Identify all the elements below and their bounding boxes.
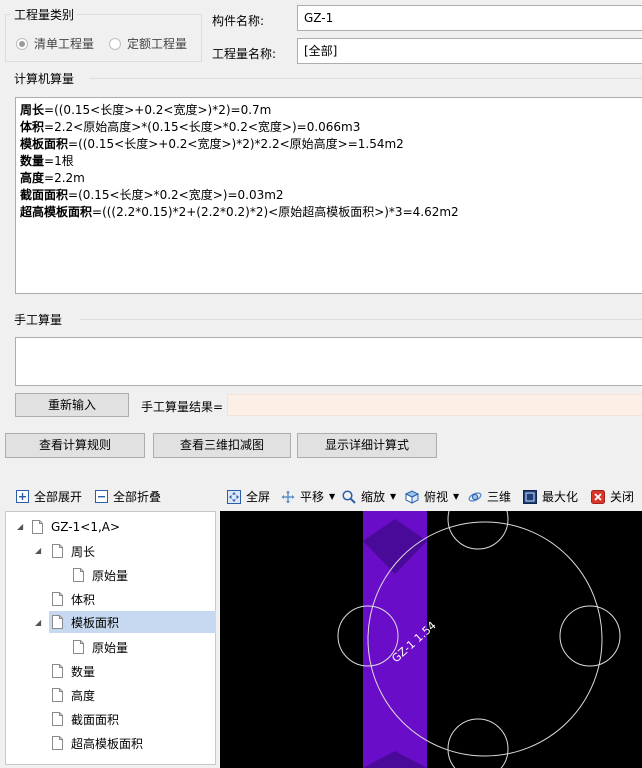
tree-item-root-label: GZ-1<1,A> <box>51 520 121 534</box>
pan-button[interactable]: 平移 ▼ <box>281 488 335 505</box>
top-view-label: 俯视 <box>424 490 449 504</box>
pan-icon <box>281 490 295 504</box>
collapse-all-button[interactable]: 全部折叠 <box>94 488 161 505</box>
chevron-down-icon[interactable]: ▼ <box>390 492 396 501</box>
expand-all-label: 全部展开 <box>34 490 83 504</box>
manual-calc-title: 手工算量 <box>11 311 66 328</box>
document-icon <box>32 520 43 534</box>
calc-line: 周长=((0.15<长度>+0.2<宽度>)*2)=0.7m <box>20 103 272 117</box>
radio-dot-icon <box>109 37 121 50</box>
calc-line: 模板面积=((0.15<长度>+0.2<宽度>)*2)*2.2<原始高度>=1.… <box>20 137 404 151</box>
zoom-button[interactable]: 缩放 ▼ <box>342 488 396 505</box>
collapse-triangle-icon[interactable]: ◢ <box>35 546 41 555</box>
document-icon <box>73 640 84 654</box>
tree-item-overheight-formwork[interactable]: 超高模板面积 <box>52 732 212 754</box>
magnifier-icon <box>342 489 356 504</box>
tree-item-label: 原始量 <box>92 640 129 655</box>
quantity-name-field[interactable]: [全部] <box>297 38 642 64</box>
collapse-all-label: 全部折叠 <box>113 490 162 504</box>
tree-item-formwork-raw[interactable]: 原始量 <box>73 636 213 658</box>
maximize-icon <box>523 489 537 504</box>
maximize-button[interactable]: 最大化 <box>523 488 578 505</box>
manual-result-field[interactable] <box>227 394 642 416</box>
viewport-canvas: GZ-1 1.54 <box>337 511 621 768</box>
view-3d-deduct-button[interactable]: 查看三维扣减图 <box>153 433 291 458</box>
computer-calc-title: 计算机算量 <box>11 70 78 87</box>
radio-quota-quantity[interactable]: 定额工程量 <box>109 35 187 52</box>
zoom-label: 缩放 <box>361 490 386 504</box>
computer-calc-textarea[interactable]: 周长=((0.15<长度>+0.2<宽度>)*2)=0.7m 体积=2.2<原始… <box>15 97 642 294</box>
component-name-label: 构件名称: <box>212 14 265 28</box>
top-view-cube-icon <box>405 489 419 504</box>
quantity-type-title: 工程量类别 <box>11 6 78 23</box>
fullscreen-label: 全屏 <box>246 490 271 504</box>
manual-calc-divider <box>80 319 642 320</box>
calc-line: 截面面积=(0.15<长度>*0.2<宽度>)=0.03m2 <box>20 188 284 202</box>
close-label: 关闭 <box>610 490 635 504</box>
document-icon <box>52 544 63 558</box>
calc-line: 高度=2.2m <box>20 171 85 185</box>
maximize-label: 最大化 <box>542 490 579 504</box>
tree-item-label: 体积 <box>71 592 96 607</box>
close-icon <box>591 489 605 504</box>
calc-line: 体积=2.2<原始高度>*(0.15<长度>*0.2<宽度>)=0.066m3 <box>20 120 361 134</box>
show-detail-button[interactable]: 显示详细计算式 <box>297 433 437 458</box>
component-name-field[interactable]: GZ-1 <box>297 5 642 31</box>
tree-item-perimeter[interactable]: 周长 <box>52 540 212 562</box>
reenter-button[interactable]: 重新输入 <box>15 393 129 417</box>
fullscreen-button[interactable]: 全屏 <box>227 488 270 505</box>
plan-circle-bottom <box>447 718 509 768</box>
collapse-triangle-icon[interactable]: ◢ <box>17 522 23 531</box>
radio-dot-icon <box>16 37 28 50</box>
expand-all-button[interactable]: 全部展开 <box>15 488 82 505</box>
manual-calc-textarea[interactable] <box>15 337 642 386</box>
collapse-all-icon <box>94 490 108 504</box>
pan-label: 平移 <box>300 490 325 504</box>
tree-item-section-area[interactable]: 截面面积 <box>52 708 212 730</box>
fullscreen-icon <box>227 489 241 504</box>
computer-calc-divider <box>90 78 642 79</box>
close-view-button[interactable]: 关闭 <box>591 488 634 505</box>
tree-item-label: 周长 <box>71 544 96 559</box>
three-d-label: 三维 <box>487 490 512 504</box>
three-d-button[interactable]: 三维 <box>468 488 511 505</box>
collapse-triangle-icon[interactable]: ◢ <box>35 618 41 627</box>
tree-item-label: 数量 <box>71 664 96 679</box>
tree-item-root[interactable]: GZ-1<1,A> <box>32 516 212 538</box>
calc-line: 超高模板面积=(((2.2*0.15)*2+(2.2*0.2)*2)<原始超高模… <box>20 205 459 219</box>
three-d-orbit-icon <box>468 490 482 504</box>
document-icon <box>52 664 63 678</box>
tree-item-label: 超高模板面积 <box>71 736 144 751</box>
document-icon <box>52 736 63 750</box>
tree-item-volume[interactable]: 体积 <box>52 588 212 610</box>
document-icon <box>52 592 63 606</box>
plan-circle-top <box>447 511 509 550</box>
tree-item-count[interactable]: 数量 <box>52 660 212 682</box>
top-view-button[interactable]: 俯视 ▼ <box>405 488 459 505</box>
tree-item-label: 高度 <box>71 688 96 703</box>
document-icon <box>73 568 84 582</box>
tree-item-formwork-area[interactable]: 模板面积 <box>49 611 216 633</box>
document-icon <box>52 688 63 702</box>
plan-circle-right <box>559 605 621 667</box>
chevron-down-icon[interactable]: ▼ <box>453 492 459 501</box>
radio-list-quantity-label: 清单工程量 <box>34 37 95 51</box>
tree-item-height[interactable]: 高度 <box>52 684 212 706</box>
tree-item-label: 原始量 <box>92 568 129 583</box>
quantity-name-label: 工程量名称: <box>212 47 277 61</box>
radio-quota-quantity-label: 定额工程量 <box>127 37 188 51</box>
expand-all-icon <box>15 490 29 504</box>
document-icon <box>52 615 63 629</box>
tree-item-perimeter-raw[interactable]: 原始量 <box>73 564 213 586</box>
manual-result-label: 手工算量结果= <box>141 400 224 414</box>
chevron-down-icon[interactable]: ▼ <box>329 492 335 501</box>
radio-list-quantity[interactable]: 清单工程量 <box>16 35 94 52</box>
tree-item-label: 截面面积 <box>71 712 120 727</box>
view-rules-button[interactable]: 查看计算规则 <box>5 433 145 458</box>
3d-viewport[interactable]: GZ-1 1.54 <box>220 511 642 768</box>
document-icon <box>52 712 63 726</box>
calc-line: 数量=1根 <box>20 154 74 168</box>
quantity-tree[interactable]: ◢ GZ-1<1,A> ◢ 周长 原始量 体积 ◢ 模板面积 原始量 数量 高度 <box>5 511 216 765</box>
tree-item-label: 模板面积 <box>71 615 120 630</box>
